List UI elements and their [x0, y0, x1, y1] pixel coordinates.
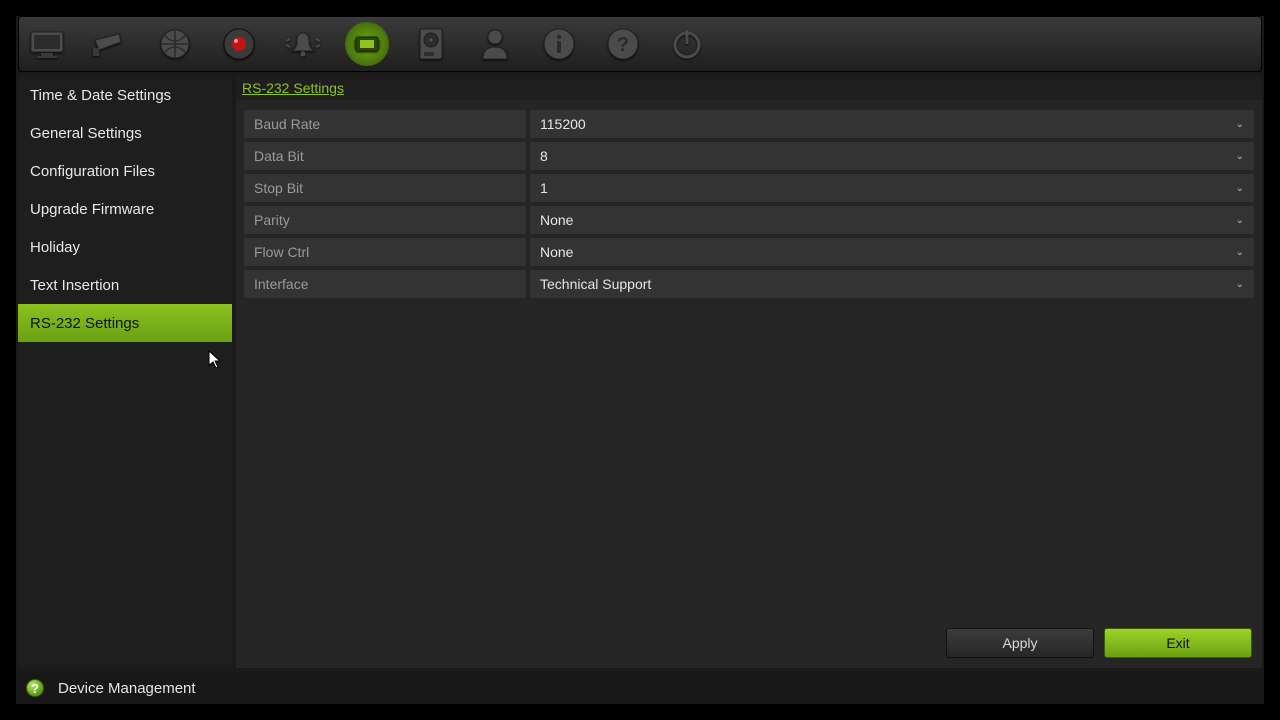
button-label: Apply [1002, 635, 1037, 651]
monitor-icon[interactable] [25, 22, 69, 66]
svg-text:?: ? [617, 34, 629, 56]
sidebar-item-label: Time & Date Settings [30, 87, 171, 104]
row-baud-rate: Baud Rate 115200 ⌄ [244, 110, 1254, 138]
label-stop-bit: Stop Bit [244, 174, 526, 202]
sidebar-item-rs232[interactable]: RS-232 Settings [18, 304, 232, 342]
sidebar-item-upgrade-firmware[interactable]: Upgrade Firmware [18, 190, 232, 228]
record-icon[interactable] [217, 22, 261, 66]
row-interface: Interface Technical Support ⌄ [244, 270, 1254, 298]
chevron-down-icon: ⌄ [1236, 151, 1244, 162]
disk-icon[interactable] [409, 22, 453, 66]
select-value: Technical Support [540, 276, 651, 292]
select-value: None [540, 212, 573, 228]
apply-button[interactable]: Apply [946, 628, 1094, 658]
select-value: 1 [540, 180, 548, 196]
label-baud-rate: Baud Rate [244, 110, 526, 138]
select-interface[interactable]: Technical Support ⌄ [530, 270, 1254, 298]
main-panel: RS-232 Settings Baud Rate 115200 ⌄ Data … [236, 76, 1262, 668]
sidebar-item-time-date[interactable]: Time & Date Settings [18, 76, 232, 114]
power-icon[interactable] [665, 22, 709, 66]
label-interface: Interface [244, 270, 526, 298]
alarm-icon[interactable] [281, 22, 325, 66]
label-data-bit: Data Bit [244, 142, 526, 170]
row-parity: Parity None ⌄ [244, 206, 1254, 234]
sidebar-item-label: Upgrade Firmware [30, 201, 154, 218]
user-icon[interactable] [473, 22, 517, 66]
row-stop-bit: Stop Bit 1 ⌄ [244, 174, 1254, 202]
sidebar-item-label: Text Insertion [30, 277, 119, 294]
sidebar: Time & Date Settings General Settings Co… [18, 76, 232, 668]
label-flow-ctrl: Flow Ctrl [244, 238, 526, 266]
select-flow-ctrl[interactable]: None ⌄ [530, 238, 1254, 266]
settings-form: Baud Rate 115200 ⌄ Data Bit 8 ⌄ Stop Bit [236, 100, 1262, 298]
chevron-down-icon: ⌄ [1236, 279, 1244, 290]
footer-bar: ? Device Management [16, 672, 1264, 704]
sidebar-item-label: RS-232 Settings [30, 315, 139, 332]
select-data-bit[interactable]: 8 ⌄ [530, 142, 1254, 170]
app-window: ? Time & Date Settings General Settings … [16, 16, 1264, 704]
chip-icon[interactable] [345, 22, 389, 66]
label-parity: Parity [244, 206, 526, 234]
select-value: 115200 [540, 116, 586, 132]
sidebar-item-label: Configuration Files [30, 163, 155, 180]
button-label: Exit [1166, 635, 1189, 651]
button-row: Apply Exit [946, 628, 1252, 658]
chevron-down-icon: ⌄ [1236, 247, 1244, 258]
help-icon[interactable]: ? [601, 22, 645, 66]
body-area: Time & Date Settings General Settings Co… [16, 76, 1264, 668]
top-toolbar: ? [18, 16, 1262, 72]
page-title-bar: RS-232 Settings [236, 76, 1262, 100]
select-stop-bit[interactable]: 1 ⌄ [530, 174, 1254, 202]
network-icon[interactable] [153, 22, 197, 66]
sidebar-item-general[interactable]: General Settings [18, 114, 232, 152]
camera-icon[interactable] [89, 22, 133, 66]
footer-label: Device Management [58, 680, 196, 697]
row-data-bit: Data Bit 8 ⌄ [244, 142, 1254, 170]
page-title: RS-232 Settings [242, 80, 344, 96]
chevron-down-icon: ⌄ [1236, 183, 1244, 194]
select-parity[interactable]: None ⌄ [530, 206, 1254, 234]
info-icon[interactable] [537, 22, 581, 66]
chevron-down-icon: ⌄ [1236, 119, 1244, 130]
sidebar-item-label: General Settings [30, 125, 142, 142]
select-value: 8 [540, 148, 548, 164]
chevron-down-icon: ⌄ [1236, 215, 1244, 226]
select-baud-rate[interactable]: 115200 ⌄ [530, 110, 1254, 138]
select-value: None [540, 244, 573, 260]
sidebar-item-text-insertion[interactable]: Text Insertion [18, 266, 232, 304]
help-badge-icon[interactable]: ? [26, 679, 44, 697]
sidebar-item-holiday[interactable]: Holiday [18, 228, 232, 266]
row-flow-ctrl: Flow Ctrl None ⌄ [244, 238, 1254, 266]
sidebar-item-config-files[interactable]: Configuration Files [18, 152, 232, 190]
sidebar-item-label: Holiday [30, 239, 80, 256]
exit-button[interactable]: Exit [1104, 628, 1252, 658]
